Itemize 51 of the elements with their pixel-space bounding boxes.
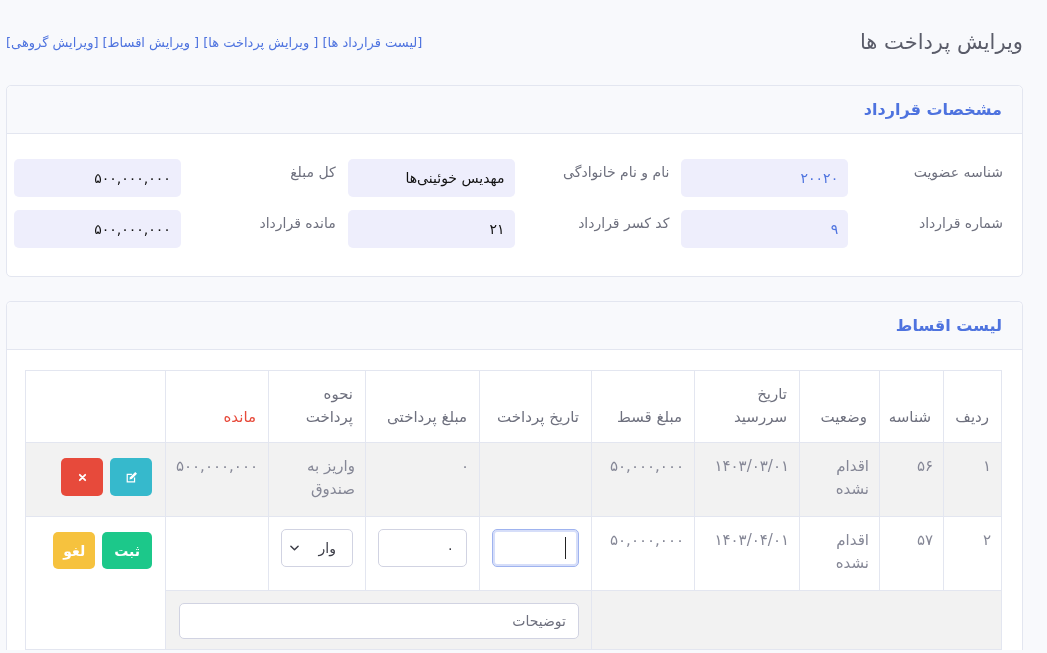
table-cell: واریز به صندوق bbox=[268, 442, 366, 517]
column-header: شناسه bbox=[879, 370, 944, 443]
readonly-field: ۵۰۰,۰۰۰,۰۰۰ bbox=[14, 210, 181, 248]
table-cell: ۰ bbox=[365, 442, 480, 517]
column-header: نحوه پرداخت bbox=[268, 370, 366, 443]
table-cell: ۱۴۰۳/۰۳/۰۱ bbox=[694, 442, 800, 517]
column-header: مبلغ قسط bbox=[591, 370, 695, 443]
column-header: تاریخ سررسید bbox=[694, 370, 800, 443]
readonly-field[interactable]: ۲۰۰۲۰ bbox=[681, 159, 849, 197]
field-label: کل مبلغ bbox=[289, 163, 337, 183]
table-cell: اقدام نشده bbox=[799, 442, 880, 517]
table-cell: اقدام نشده bbox=[799, 516, 880, 591]
nav-link[interactable]: [ ویرایش اقساط] bbox=[102, 34, 200, 50]
nav-link[interactable]: [ویرایش گروهی] bbox=[6, 34, 99, 50]
column-header: وضعیت bbox=[799, 370, 880, 443]
field-label: شناسه عضویت bbox=[912, 163, 1004, 183]
table-cell: ۵۷ bbox=[879, 516, 944, 591]
field-label: مانده قرارداد bbox=[258, 214, 337, 234]
save-button[interactable]: ثبت bbox=[102, 532, 152, 569]
column-header: ردیف bbox=[943, 370, 1002, 443]
amount-input-field[interactable]: ۰ bbox=[378, 529, 467, 567]
column-header: تاریخ پرداخت bbox=[479, 370, 592, 443]
nav-link[interactable]: [ ویرایش پرداخت ها] bbox=[203, 34, 319, 50]
card-title: لیست اقساط bbox=[895, 316, 1002, 335]
readonly-field: ۵۰۰,۰۰۰,۰۰۰ bbox=[14, 159, 181, 197]
readonly-field: مهدیس خوئینی‌ها bbox=[347, 159, 515, 197]
table-cell: ۵۶ bbox=[879, 442, 944, 517]
notes-input-field[interactable]: توضیحات bbox=[179, 603, 579, 639]
delete-button[interactable] bbox=[61, 458, 103, 496]
column-header: مانده bbox=[165, 370, 269, 443]
nav-link[interactable]: [لیست قرارداد ها] bbox=[322, 34, 423, 50]
payment-method-select[interactable]: وار bbox=[281, 529, 353, 567]
text-cursor bbox=[565, 537, 566, 559]
field-label: کد کسر قرارداد bbox=[577, 214, 671, 234]
readonly-field[interactable]: ۹ bbox=[681, 210, 849, 248]
edit-button[interactable] bbox=[110, 458, 152, 496]
readonly-field: ۲۱ bbox=[347, 210, 515, 248]
table-cell: ۱۴۰۳/۰۴/۰۱ bbox=[694, 516, 800, 591]
close-icon bbox=[77, 472, 87, 482]
field-label: شماره قرارداد bbox=[917, 214, 1004, 234]
table-cell: ۵۰,۰۰۰,۰۰۰ bbox=[591, 516, 695, 591]
table-cell: ۲ bbox=[943, 516, 1002, 591]
table-cell: ۵۰۰,۰۰۰,۰۰۰ bbox=[165, 442, 269, 517]
table-cell: ۵۰,۰۰۰,۰۰۰ bbox=[591, 442, 695, 517]
column-header: مبلغ پرداختی bbox=[365, 370, 480, 443]
date-input-field[interactable] bbox=[492, 529, 579, 567]
card-title: مشخصات قرارداد bbox=[863, 100, 1002, 119]
page-title: ویرایش پرداخت ها bbox=[859, 30, 1023, 54]
table-cell: ۱ bbox=[943, 442, 1002, 517]
chevron-down-icon bbox=[290, 545, 299, 551]
field-label: نام و نام خانوادگی bbox=[562, 163, 671, 183]
